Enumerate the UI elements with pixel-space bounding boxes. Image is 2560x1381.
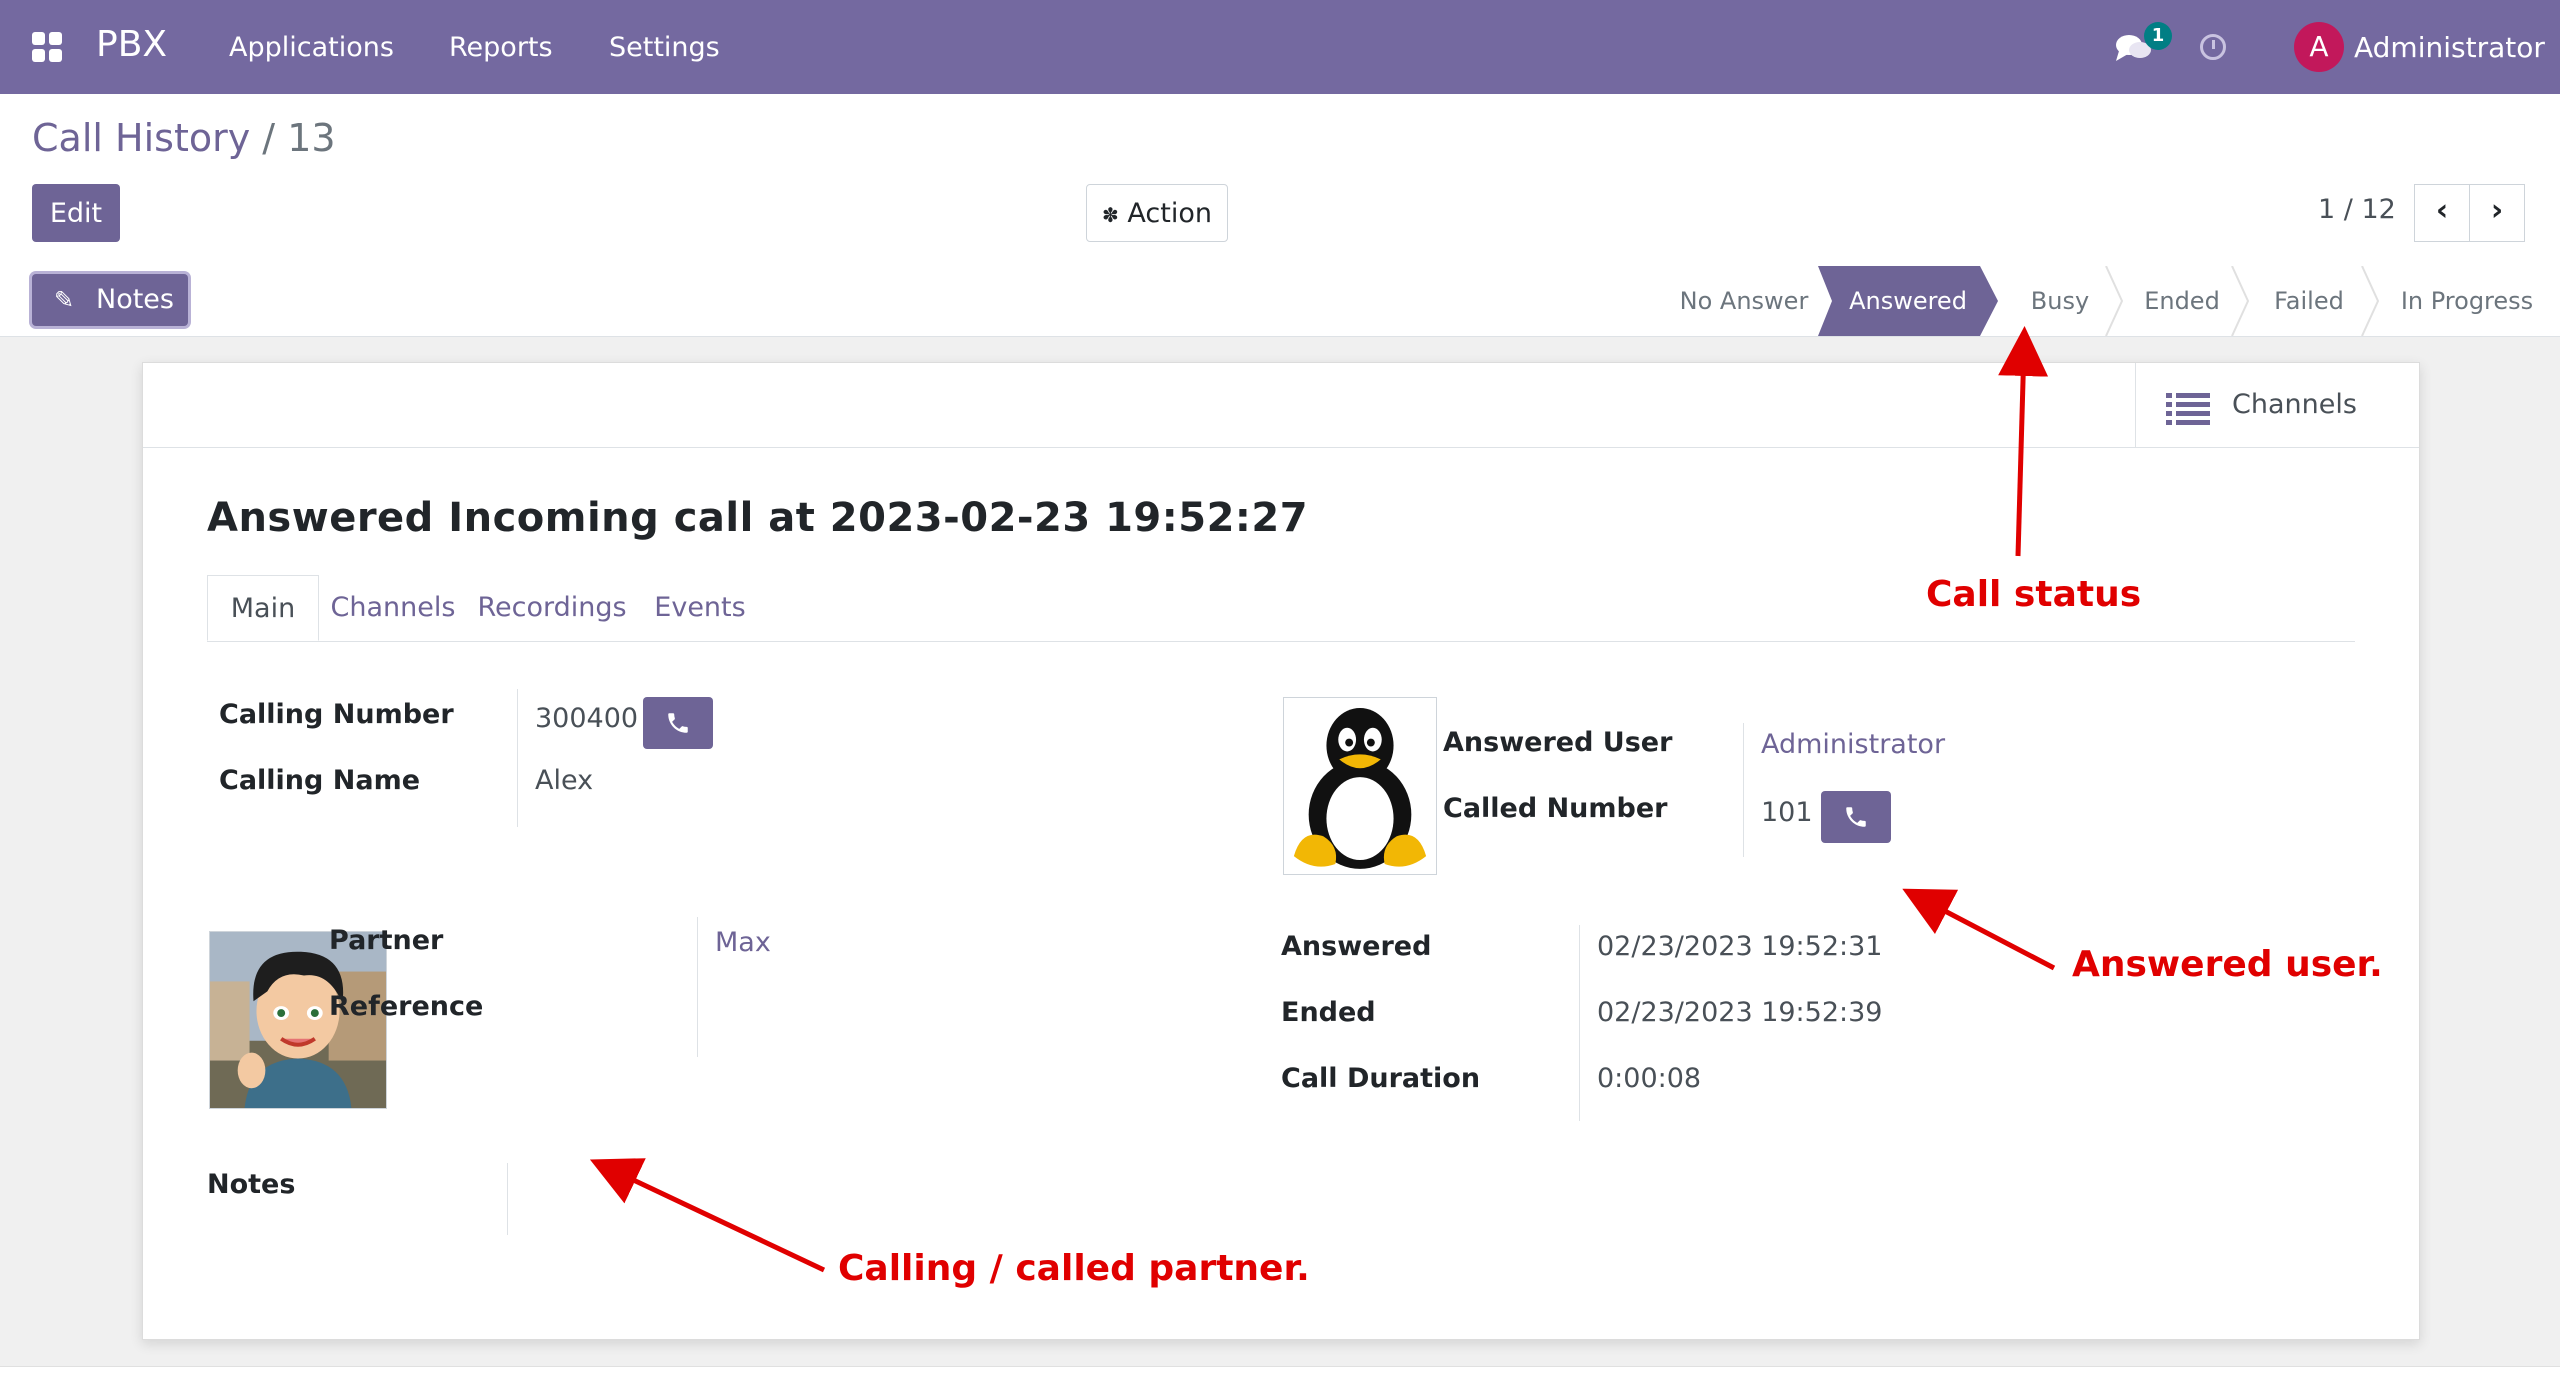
pager-previous-button[interactable]: ‹ [2414, 184, 2470, 242]
stage-divider-icon [2361, 266, 2380, 336]
breadcrumb-separator: / [262, 116, 276, 160]
annotation-answered-user: Answered user. [2072, 944, 2383, 985]
call-calling-number-button[interactable] [643, 697, 713, 749]
record-title: Answered Incoming call at 2023-02-23 19:… [207, 495, 1309, 541]
chevron-right-icon: › [2490, 193, 2504, 228]
channels-smart-button[interactable]: Channels [2135, 363, 2418, 447]
control-panel: Call History / 13 Edit ✽ Action 1 / 12 ‹… [0, 94, 2560, 267]
notes-label: Notes [207, 1169, 296, 1200]
answered-label: Answered [1281, 931, 1432, 962]
action-label: Action [1127, 197, 1212, 229]
menu-settings[interactable]: Settings [609, 32, 720, 63]
action-button[interactable]: ✽ Action [1086, 184, 1228, 242]
page-footer-strip [0, 1366, 2560, 1381]
called-number-field[interactable]: 101 [1761, 797, 1813, 828]
calling-name-field[interactable]: Alex [535, 765, 593, 796]
stage-answered[interactable]: Answered [1818, 266, 1998, 336]
stage-divider-icon [2231, 266, 2250, 336]
field-separator [1743, 723, 1744, 857]
answered-field[interactable]: 02/23/2023 19:52:31 [1597, 931, 1882, 962]
reference-label: Reference [329, 991, 484, 1022]
called-number-label: Called Number [1443, 793, 1668, 824]
app-brand[interactable]: PBX [96, 24, 167, 65]
phone-icon [668, 713, 688, 733]
gear-icon: ✽ [1102, 202, 1119, 227]
stage-ended[interactable]: Ended [2120, 266, 2244, 336]
apps-grid-icon[interactable] [32, 32, 62, 62]
breadcrumb-current: 13 [287, 116, 336, 160]
stage-no-answer[interactable]: No Answer [1670, 266, 1818, 336]
notes-button-label: Notes [96, 284, 174, 315]
top-navbar: PBX Applications Reports Settings 1 A Ad… [0, 0, 2560, 94]
ended-label: Ended [1281, 997, 1376, 1028]
stage-busy[interactable]: Busy [2000, 266, 2120, 336]
partner-label: Partner [329, 925, 444, 956]
stage-divider-icon [2105, 266, 2124, 336]
activity-clock-icon[interactable] [2200, 34, 2226, 60]
field-separator [517, 689, 518, 827]
pager-next-button[interactable]: › [2469, 184, 2525, 242]
button-box-divider [143, 447, 2419, 448]
stage-in-progress[interactable]: In Progress [2384, 266, 2550, 336]
call-duration-label: Call Duration [1281, 1063, 1481, 1094]
field-separator [697, 917, 698, 1057]
call-duration-field[interactable]: 0:00:08 [1597, 1063, 1701, 1094]
answered-user-field[interactable]: Administrator [1761, 729, 1945, 760]
tab-main[interactable]: Main [207, 575, 319, 641]
menu-applications[interactable]: Applications [229, 32, 394, 63]
pager-value[interactable]: 1 / 12 [2318, 194, 2396, 225]
channels-smart-button-label: Channels [2232, 389, 2357, 420]
field-separator [1579, 925, 1580, 1121]
edit-button[interactable]: Edit [32, 184, 120, 242]
tab-recordings[interactable]: Recordings [471, 575, 633, 641]
answered-user-avatar-image[interactable] [1283, 697, 1437, 875]
tab-events[interactable]: Events [645, 575, 755, 641]
tab-channels[interactable]: Channels [329, 575, 457, 641]
user-avatar[interactable]: A [2294, 22, 2344, 72]
ended-field[interactable]: 02/23/2023 19:52:39 [1597, 997, 1882, 1028]
partner-field[interactable]: Max [715, 927, 771, 958]
pencil-icon: ✎ [54, 286, 75, 314]
breadcrumb: Call History / 13 [32, 116, 336, 160]
user-menu[interactable]: Administrator [2354, 31, 2545, 64]
list-icon [2166, 393, 2210, 425]
calling-name-label: Calling Name [219, 765, 421, 796]
stage-failed[interactable]: Failed [2244, 266, 2374, 336]
annotation-partner: Calling / called partner. [838, 1248, 1310, 1289]
menu-reports[interactable]: Reports [449, 32, 553, 63]
calling-number-label: Calling Number [219, 699, 454, 730]
notes-button[interactable]: ✎ Notes [32, 274, 188, 326]
chat-count-badge: 1 [2144, 22, 2172, 50]
form-sheet: Channels Answered Incoming call at 2023-… [142, 362, 2420, 1340]
answered-user-label: Answered User [1443, 727, 1673, 758]
phone-icon [1846, 807, 1866, 827]
calling-number-field[interactable]: 300400 [535, 703, 638, 734]
breadcrumb-call-history[interactable]: Call History [32, 116, 250, 160]
chevron-left-icon: ‹ [2435, 193, 2449, 228]
annotation-call-status: Call status [1926, 574, 2142, 615]
status-bar: ✎ Notes No Answer Answered Busy Ended Fa… [0, 266, 2560, 337]
call-called-number-button[interactable] [1821, 791, 1891, 843]
field-separator [507, 1163, 508, 1235]
